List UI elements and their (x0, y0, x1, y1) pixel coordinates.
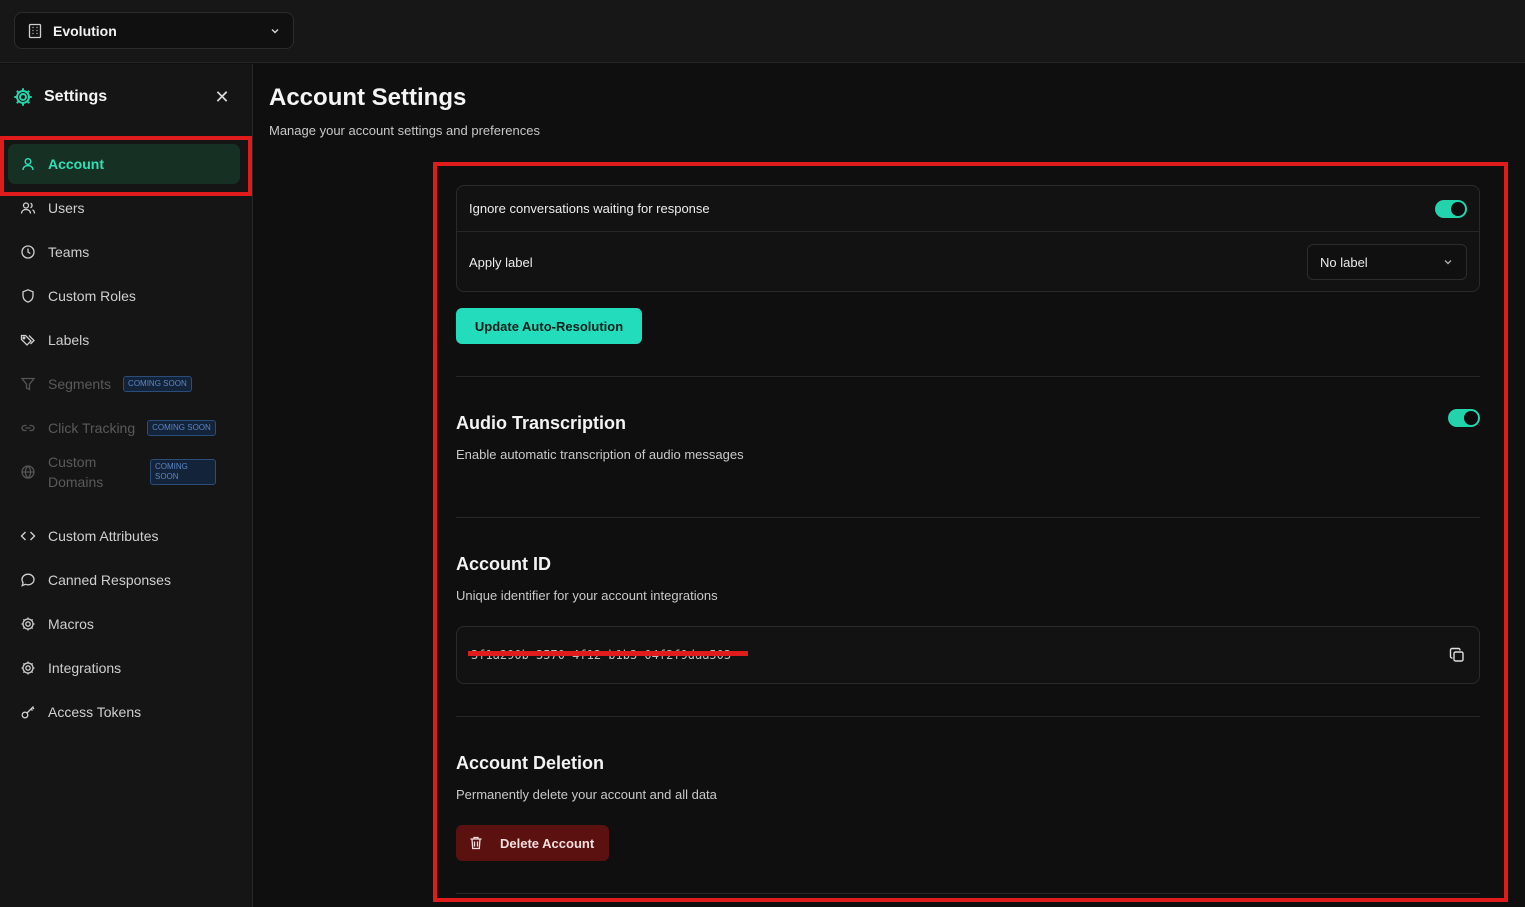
audio-transcription-toggle[interactable] (1448, 409, 1480, 427)
clock-icon (21, 245, 35, 259)
sidebar-item-teams[interactable]: Teams (8, 232, 240, 272)
chevron-down-icon (271, 28, 279, 34)
sidebar-item-canned-responses[interactable]: Canned Responses (8, 560, 240, 600)
update-auto-resolution-button[interactable]: Update Auto-Resolution (456, 308, 642, 344)
sidebar-item-label: Users (48, 200, 85, 216)
page-subtitle: Manage your account settings and prefere… (269, 123, 541, 138)
key-icon (21, 706, 35, 719)
settings-gear-icon (14, 88, 32, 106)
copy-icon[interactable] (1449, 647, 1465, 663)
coming-soon-badge: COMING SOON (150, 459, 216, 485)
message-icon (21, 573, 35, 587)
sidebar-item-label: Custom Domains (48, 454, 104, 490)
ignore-conversations-row: Ignore conversations waiting for respons… (457, 186, 1479, 232)
apply-label-row: Apply label No label (457, 232, 1479, 292)
users-icon (20, 202, 36, 214)
ignore-conversations-label: Ignore conversations waiting for respons… (469, 201, 710, 216)
sidebar-item-label: Segments (48, 376, 112, 392)
sidebar-item-account[interactable]: Account (8, 144, 240, 184)
sidebar-item-label: Labels (48, 332, 90, 348)
filter-icon (20, 377, 36, 391)
account-deletion-title: Account Deletion (456, 753, 605, 773)
apply-label-label: Apply label (469, 254, 533, 270)
sidebar-item-macros[interactable]: Macros (8, 604, 240, 644)
sidebar-item-label: Canned Responses (48, 572, 171, 588)
sidebar-item-label: Custom Roles (48, 288, 136, 304)
sidebar-item-click-tracking: Click Tracking COMING SOON (8, 408, 240, 448)
sidebar-item-label: Integrations (48, 660, 122, 676)
trash-icon (470, 836, 482, 850)
section-divider (456, 517, 1480, 518)
account-id-description: Unique identifier for your account integ… (456, 588, 718, 603)
workspace-name: Evolution (53, 22, 117, 39)
section-divider (456, 376, 1480, 377)
shield-icon (22, 289, 34, 303)
sidebar-item-labels[interactable]: Labels (8, 320, 240, 360)
sidebar-item-label: Account (48, 156, 104, 172)
sidebar-item-label: Custom Attributes (48, 528, 159, 544)
delete-account-button[interactable]: Delete Account (456, 825, 609, 861)
sidebar-item-label: Teams (48, 244, 90, 260)
coming-soon-badge: COMING SOON (123, 376, 192, 392)
gear-icon (21, 617, 35, 631)
apply-label-select[interactable]: No label (1307, 244, 1467, 280)
sidebar-item-users[interactable]: Users (8, 188, 240, 228)
audio-transcription-description: Enable automatic transcription of audio … (456, 447, 744, 462)
link-icon (21, 424, 35, 432)
sidebar-item-label: Click Tracking (48, 420, 136, 436)
sidebar-item-label: Access Tokens (48, 704, 142, 720)
gear-icon (21, 661, 35, 675)
audio-transcription-title: Audio Transcription (456, 413, 627, 433)
section-divider (456, 716, 1480, 717)
workspace-selector[interactable]: Evolution (14, 12, 294, 49)
sidebar-item-segments: Segments COMING SOON (8, 364, 240, 404)
redaction-mark (468, 651, 748, 656)
auto-resolution-card: Ignore conversations waiting for respons… (456, 185, 1480, 292)
chevron-down-icon (1444, 260, 1452, 265)
globe-icon (21, 465, 35, 479)
top-bar: Evolution (0, 0, 1525, 63)
sidebar-item-access-tokens[interactable]: Access Tokens (8, 692, 240, 732)
apply-label-value: No label (1320, 254, 1368, 270)
sidebar-item-label: Macros (48, 616, 94, 632)
delete-account-label: Delete Account (500, 835, 595, 851)
close-icon[interactable]: ✕ (212, 87, 232, 108)
sidebar-item-custom-domains: Custom Domains COMING SOON (8, 450, 240, 494)
page-title: Account Settings (269, 84, 467, 111)
sidebar-title: Settings (44, 88, 108, 105)
account-deletion-description: Permanently delete your account and all … (456, 787, 717, 802)
coming-soon-badge: COMING SOON (147, 420, 216, 436)
code-icon (20, 531, 36, 541)
settings-sidebar: Settings ✕ Account Users Teams Custom Ro… (0, 64, 253, 907)
user-icon (22, 158, 34, 171)
section-divider (456, 893, 1480, 894)
tags-icon (20, 334, 35, 346)
ignore-conversations-toggle[interactable] (1435, 199, 1467, 218)
sidebar-item-custom-roles[interactable]: Custom Roles (8, 276, 240, 316)
sidebar-header: Settings ✕ (12, 84, 232, 110)
sidebar-item-integrations[interactable]: Integrations (8, 648, 240, 688)
building-icon (28, 23, 42, 38)
sidebar-item-custom-attributes[interactable]: Custom Attributes (8, 516, 240, 556)
account-id-title: Account ID (456, 554, 552, 574)
